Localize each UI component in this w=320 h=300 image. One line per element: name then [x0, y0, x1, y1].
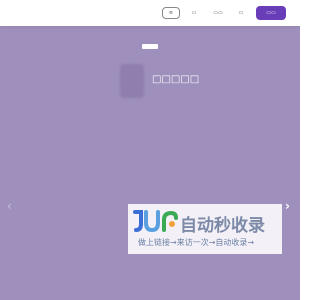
hero-avatar-image [120, 64, 144, 98]
hero-banner: □□□□□ ‹ › [0, 26, 300, 300]
watermark-logo-icon [133, 210, 178, 233]
primary-action-button[interactable]: ▭▭ [256, 6, 286, 20]
watermark-title: 自动秒收录 [180, 216, 265, 236]
menu-button[interactable]: ≡ [162, 7, 180, 19]
nav-link-2[interactable]: ▭▭ [208, 7, 228, 19]
watermark-banner: 自动秒收录 做上链接→来访一次→自动收录→ [128, 204, 282, 254]
hero-title: □□□□□ [152, 74, 200, 85]
nav-link-1[interactable]: ▭ [186, 7, 202, 19]
top-navbar: ≡ ▭ ▭▭ ▭ ▭▭ [0, 0, 300, 26]
watermark-subtitle: 做上链接→来访一次→自动收录→ [138, 238, 255, 247]
carousel-prev-icon[interactable]: ‹ [7, 200, 12, 212]
carousel-next-icon[interactable]: › [285, 200, 290, 212]
nav-link-3[interactable]: ▭ [232, 7, 250, 19]
page: ≡ ▭ ▭▭ ▭ ▭▭ □□□□□ ‹ › 自动秒收录 做上链接→来访一次→自动… [0, 0, 300, 300]
hero-tag [142, 44, 158, 49]
